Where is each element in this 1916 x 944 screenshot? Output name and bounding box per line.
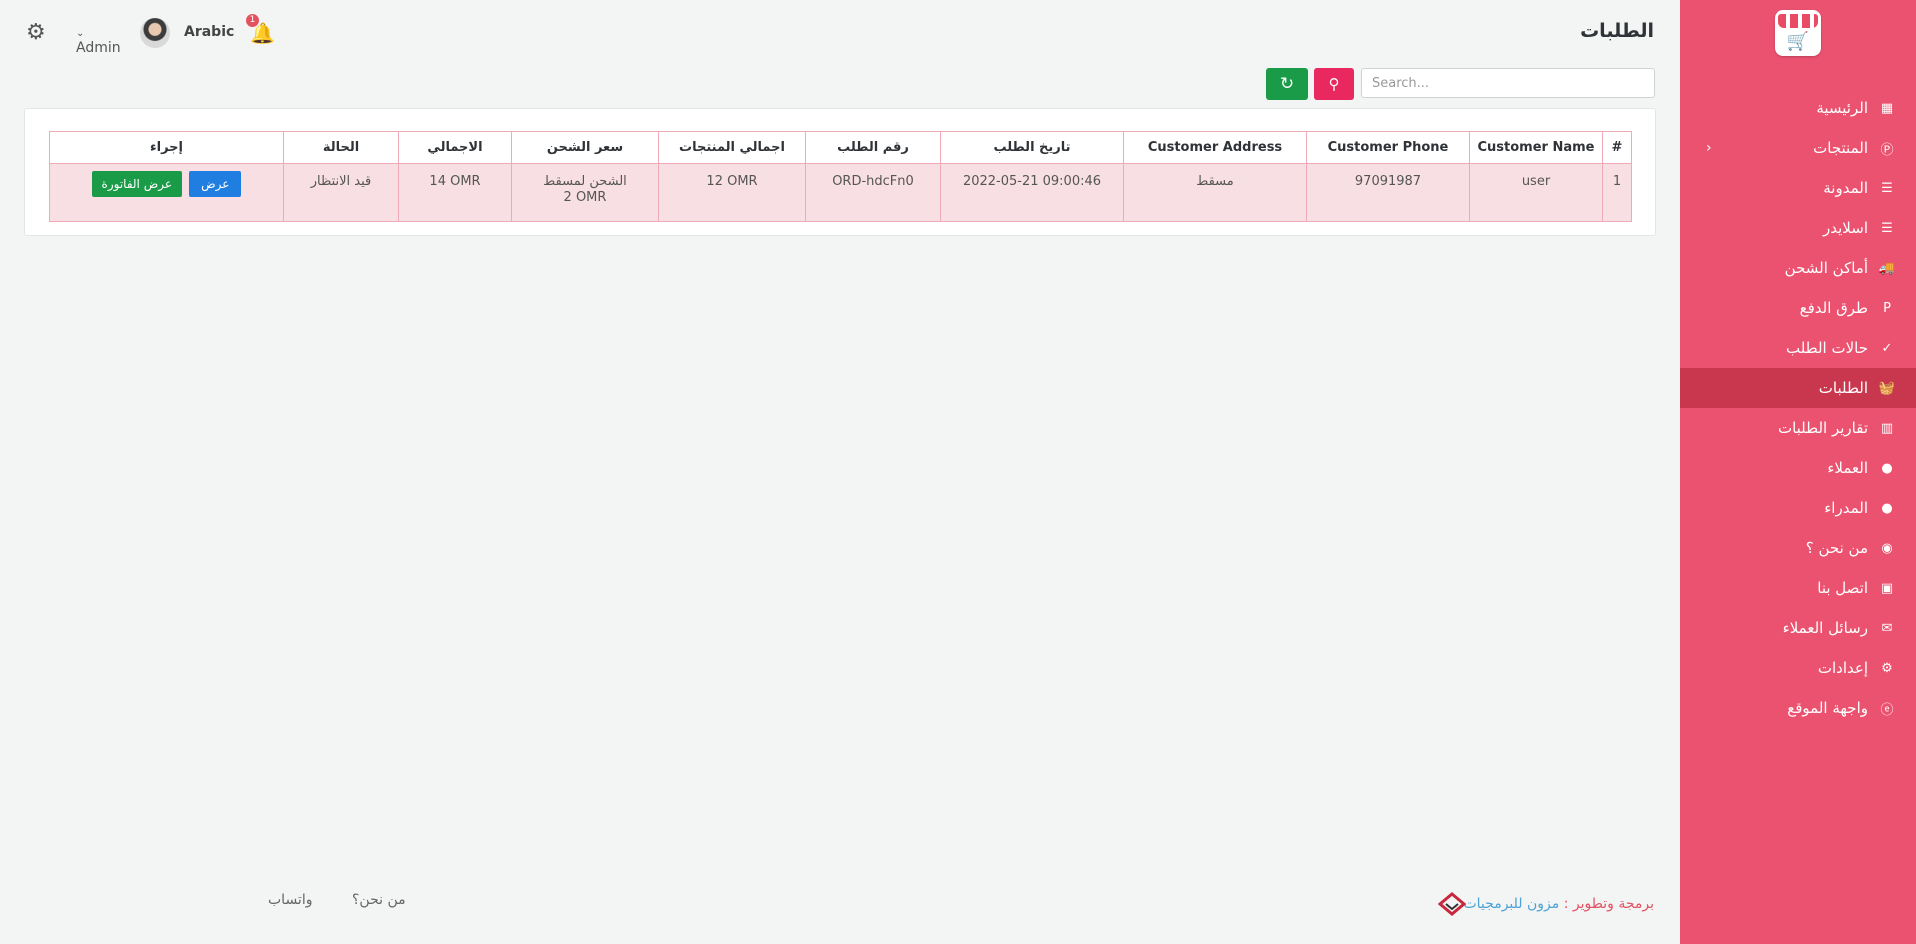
cell-order-number: ORD-hdcFn0 bbox=[805, 163, 941, 222]
sidebar-item-about[interactable]: ◉ من نحن ؟ bbox=[1680, 528, 1916, 568]
user-name: Admin bbox=[76, 40, 121, 56]
sidebar-item-orders[interactable]: 🧺 الطلبات bbox=[1680, 368, 1916, 408]
shipping-price: 2 OMR bbox=[563, 190, 607, 205]
orders-table: # Customer Name Customer Phone Customer … bbox=[49, 131, 1632, 222]
sidebar-item-admins[interactable]: ● المدراء bbox=[1680, 488, 1916, 528]
chevron-left-icon: › bbox=[1706, 140, 1712, 156]
cell-customer-address: مسقط bbox=[1123, 163, 1307, 222]
col-header-status: الحالة bbox=[283, 131, 399, 164]
cell-total: 14 OMR bbox=[398, 163, 512, 222]
cell-customer-phone: 97091987 bbox=[1306, 163, 1470, 222]
footer-link-whatsapp[interactable]: واتساب bbox=[268, 892, 312, 908]
notification-badge: 1 bbox=[246, 14, 259, 27]
sidebar-item-payment-methods[interactable]: P طرق الدفع bbox=[1680, 288, 1916, 328]
cell-customer-name: user bbox=[1469, 163, 1603, 222]
product-icon: Ⓟ bbox=[1880, 142, 1894, 158]
col-header-customer-name: Customer Name bbox=[1469, 131, 1603, 164]
avatar[interactable] bbox=[140, 18, 170, 48]
chart-icon: ▥ bbox=[1880, 420, 1894, 436]
envelope-icon: ✉ bbox=[1881, 620, 1893, 636]
sidebar-item-storefront[interactable]: ⓔ واجهة الموقع bbox=[1680, 688, 1916, 728]
footer-credit: برمجة وتطوير : مزون للبرمجيات bbox=[1463, 896, 1654, 912]
truck-icon: 🚚 bbox=[1878, 260, 1896, 276]
table-header-row: # Customer Name Customer Phone Customer … bbox=[49, 131, 1632, 164]
search-input[interactable] bbox=[1361, 68, 1655, 98]
gear-icon: ⚙ bbox=[1881, 660, 1893, 676]
blog-icon: ☰ bbox=[1881, 180, 1893, 196]
search-button[interactable]: ⚲ bbox=[1314, 68, 1354, 100]
sidebar-item-shipping-places[interactable]: 🚚 أماكن الشحن bbox=[1680, 248, 1916, 288]
paypal-icon: P bbox=[1883, 300, 1891, 316]
basket-icon: 🧺 bbox=[1878, 380, 1896, 396]
sidebar-item-products[interactable]: Ⓟ المنتجات › bbox=[1680, 128, 1916, 168]
footer-credit-prefix: برمجة وتطوير : bbox=[1563, 896, 1654, 912]
sidebar-nav: ▦ الرئيسية Ⓟ المنتجات › ☰ المدونة ☰ اسلا… bbox=[1680, 88, 1916, 728]
col-header-customer-phone: Customer Phone bbox=[1306, 131, 1470, 164]
footer-credit-company[interactable]: مزون للبرمجيات bbox=[1463, 896, 1559, 912]
sidebar-item-dashboard[interactable]: ▦ الرئيسية bbox=[1680, 88, 1916, 128]
sidebar: 🛒 ▦ الرئيسية Ⓟ المنتجات › ☰ المدونة ☰ اس… bbox=[1680, 0, 1916, 944]
eye-icon: ◉ bbox=[1881, 540, 1893, 556]
view-invoice-button[interactable]: عرض الفاتورة bbox=[91, 171, 182, 197]
sidebar-item-customer-messages[interactable]: ✉ رسائل العملاء bbox=[1680, 608, 1916, 648]
page-title: الطلبات bbox=[1580, 20, 1654, 42]
col-header-action: إجراء bbox=[49, 131, 284, 164]
browser-icon: ⓔ bbox=[1880, 702, 1894, 718]
sidebar-item-order-statuses[interactable]: ✓ حالات الطلب bbox=[1680, 328, 1916, 368]
col-header-shipping-price: سعر الشحن bbox=[511, 131, 659, 164]
col-header-total: الاجمالي bbox=[398, 131, 512, 164]
cell-products-total: 12 OMR bbox=[658, 163, 806, 222]
sidebar-item-settings[interactable]: ⚙ إعدادات bbox=[1680, 648, 1916, 688]
sidebar-item-order-reports[interactable]: ▥ تقارير الطلبات bbox=[1680, 408, 1916, 448]
user-menu-dropdown[interactable]: ⌄ Admin bbox=[76, 24, 121, 56]
col-header-order-date: تاريخ الطلب bbox=[940, 131, 1124, 164]
user-icon: ● bbox=[1881, 500, 1893, 516]
sidebar-item-blog[interactable]: ☰ المدونة bbox=[1680, 168, 1916, 208]
footer-link-about[interactable]: من نحن؟ bbox=[352, 892, 406, 908]
cell-index: 1 bbox=[1602, 163, 1632, 222]
col-header-products-total: اجمالي المنتجات bbox=[658, 131, 806, 164]
settings-gear-icon[interactable]: ⚙ bbox=[26, 18, 52, 48]
check-circle-icon: ✓ bbox=[1881, 340, 1893, 356]
cell-shipping: الشحن لمسقط 2 OMR bbox=[511, 163, 659, 222]
table-row: 1 user 97091987 مسقط 2022-05-21 09:00:46… bbox=[49, 163, 1632, 222]
cell-actions: عرض عرض الفاتورة bbox=[49, 163, 284, 222]
chevron-down-icon: ⌄ bbox=[76, 28, 85, 39]
refresh-icon: ↻ bbox=[1279, 74, 1295, 93]
sidebar-item-contact[interactable]: ▣ اتصل بنا bbox=[1680, 568, 1916, 608]
slider-icon: ☰ bbox=[1881, 220, 1893, 236]
col-header-index: # bbox=[1602, 131, 1632, 164]
orders-card: # Customer Name Customer Phone Customer … bbox=[24, 108, 1656, 236]
sidebar-item-customers[interactable]: ● العملاء bbox=[1680, 448, 1916, 488]
cell-status: قيد الانتظار bbox=[283, 163, 399, 222]
sidebar-item-slider[interactable]: ☰ اسلايدر bbox=[1680, 208, 1916, 248]
dashboard-icon: ▦ bbox=[1880, 100, 1894, 116]
user-icon: ● bbox=[1881, 460, 1893, 476]
view-order-button[interactable]: عرض bbox=[189, 171, 242, 197]
cell-order-date: 2022-05-21 09:00:46 bbox=[940, 163, 1124, 222]
store-logo[interactable]: 🛒 bbox=[1680, 10, 1916, 60]
shipping-name: الشحن لمسقط bbox=[543, 174, 627, 189]
search-icon: ⚲ bbox=[1328, 76, 1340, 93]
col-header-customer-address: Customer Address bbox=[1123, 131, 1307, 164]
refresh-button[interactable]: ↻ bbox=[1266, 68, 1308, 100]
contact-card-icon: ▣ bbox=[1880, 580, 1894, 596]
cart-icon: 🛒 bbox=[1786, 31, 1810, 52]
col-header-order-number: رقم الطلب bbox=[805, 131, 941, 164]
language-switcher[interactable]: Arabic bbox=[184, 24, 234, 40]
developer-logo-icon bbox=[1438, 892, 1466, 916]
